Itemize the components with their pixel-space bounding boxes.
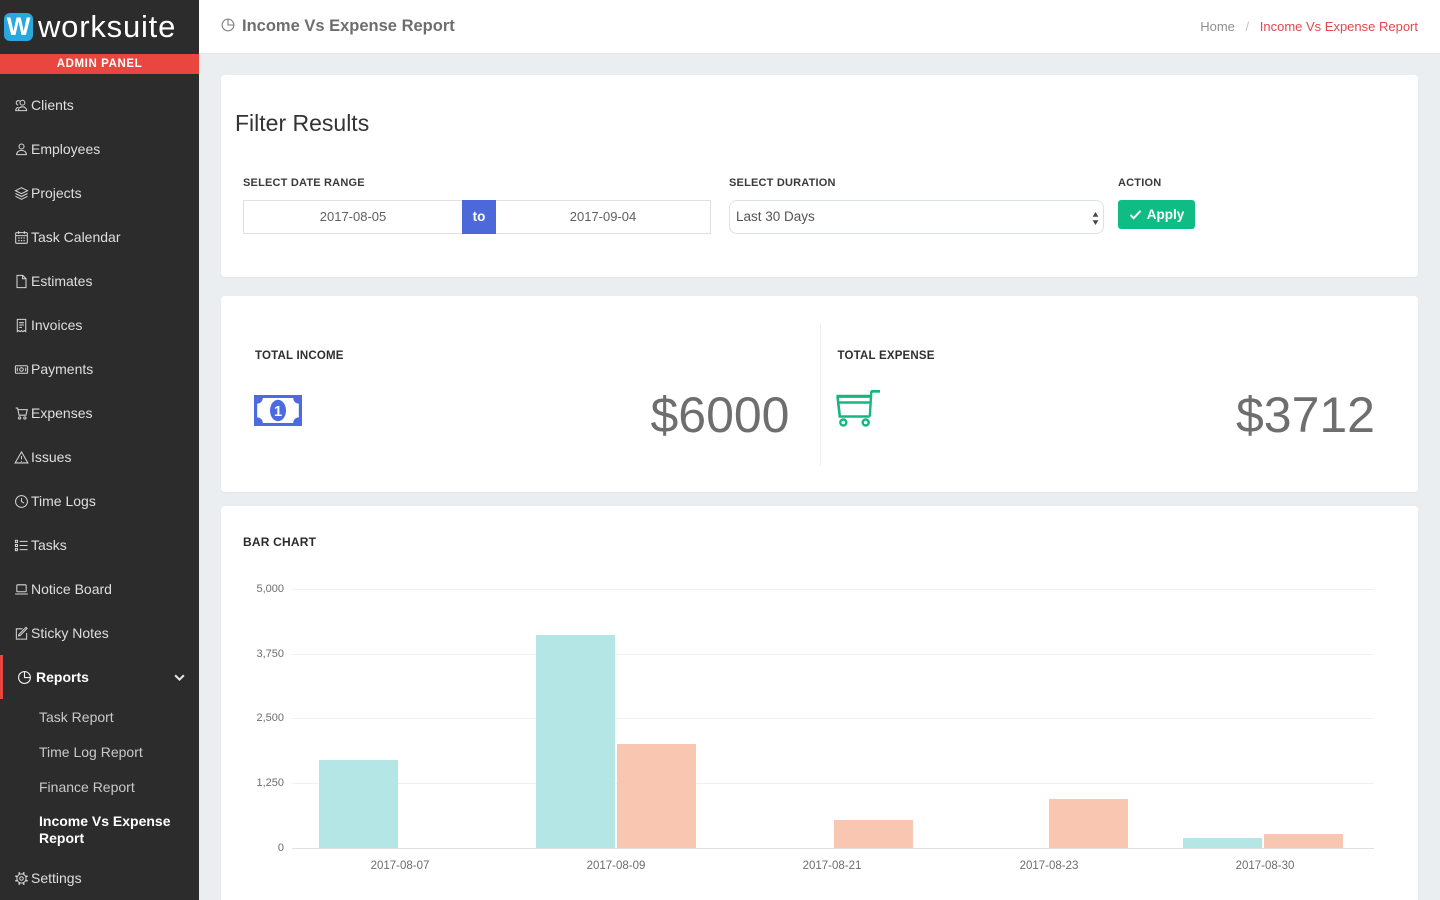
svg-text:1: 1	[274, 404, 282, 420]
